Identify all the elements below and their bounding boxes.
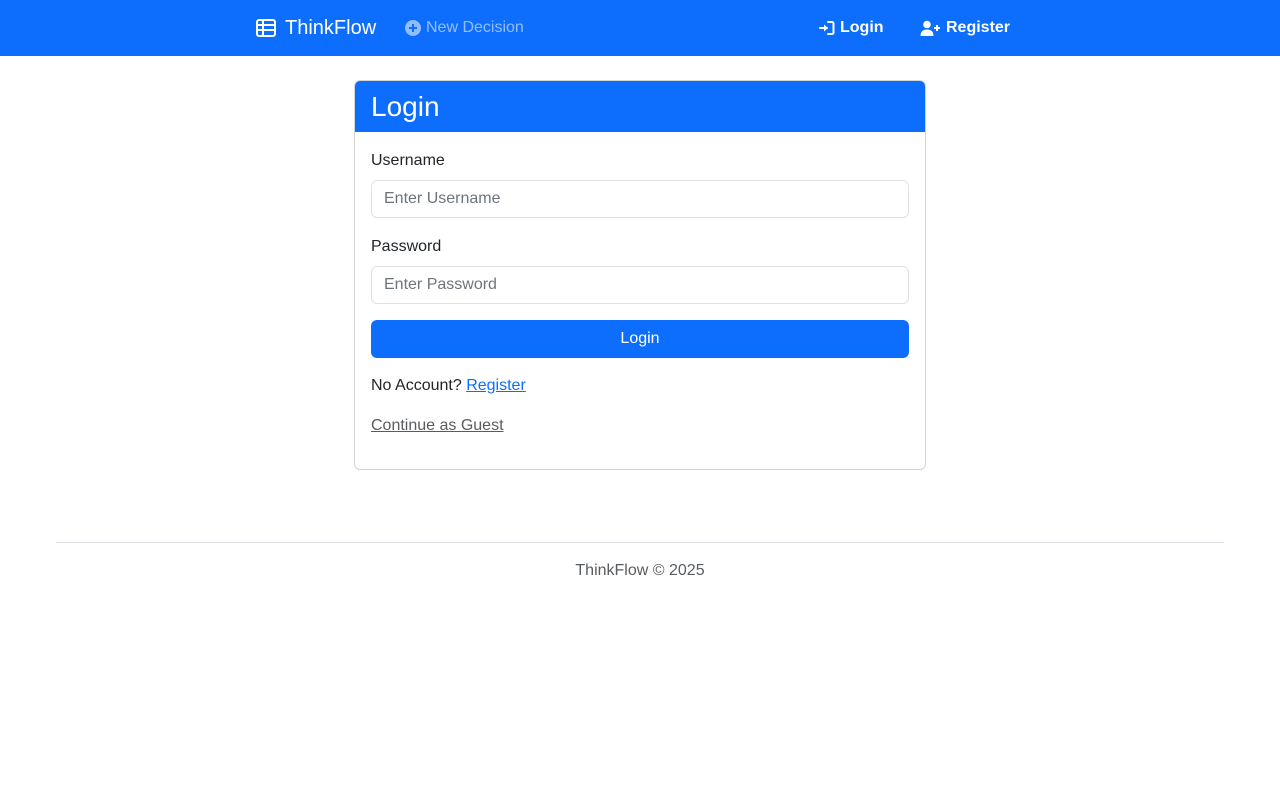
login-card-header: Login [355, 81, 925, 132]
password-input[interactable] [371, 266, 909, 304]
sign-in-icon [819, 21, 835, 35]
password-label: Password [371, 238, 442, 255]
nav-register[interactable]: Register [920, 0, 1010, 56]
plus-circle-icon [405, 20, 421, 36]
register-link[interactable]: Register [466, 377, 526, 394]
user-plus-icon [920, 20, 940, 36]
nav-login-label: Login [840, 19, 884, 36]
username-input[interactable] [371, 180, 909, 218]
table-icon [256, 19, 276, 37]
login-button[interactable]: Login [371, 320, 909, 358]
brand-name: ThinkFlow [285, 16, 377, 39]
login-title: Login [371, 90, 440, 122]
login-card: Login Username Password Login No Account… [354, 80, 926, 470]
footer-text: ThinkFlow © 2025 [575, 562, 705, 579]
nav-new-decision-label: New Decision [426, 19, 524, 36]
brand-link[interactable]: ThinkFlow [256, 0, 376, 56]
nav-register-label: Register [946, 19, 1011, 36]
continue-as-guest-link[interactable]: Continue as Guest [371, 417, 504, 435]
username-label: Username [371, 152, 445, 169]
no-account-text: No Account? [371, 377, 462, 394]
footer-divider [56, 542, 1224, 543]
no-account-line: No Account? Register [371, 377, 526, 395]
nav-new-decision[interactable]: New Decision [405, 0, 524, 56]
nav-login[interactable]: Login [819, 0, 884, 56]
navbar: ThinkFlow New Decision Login Register [0, 0, 1280, 56]
